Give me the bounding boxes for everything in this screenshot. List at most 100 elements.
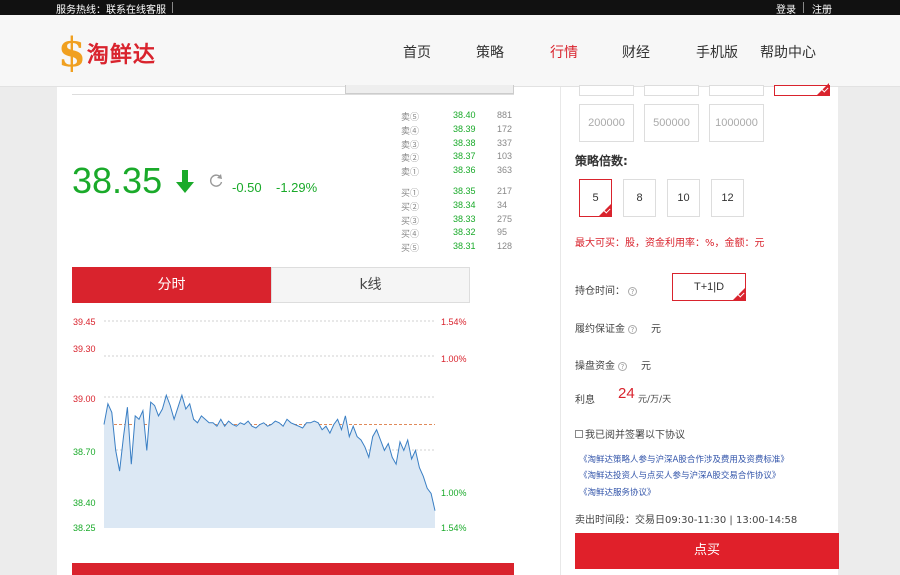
order-book-price: 38.35: [453, 186, 476, 196]
help-icon[interactable]: ?: [628, 324, 637, 334]
nav-strategy[interactable]: 策略: [476, 42, 504, 62]
agreement-text: 我已阅并签署以下协议: [585, 430, 685, 441]
order-book-volume: 34: [497, 199, 508, 210]
nav-home[interactable]: 首页: [403, 42, 431, 62]
order-book-level: 卖⑤: [401, 112, 420, 122]
order-book-price: 38.36: [453, 165, 476, 176]
order-book-level: 买③: [401, 215, 420, 226]
order-book-row: 卖③ 38.38 337: [401, 138, 521, 150]
agreement-link-service[interactable]: 《淘鲜达服务协议》: [579, 486, 656, 498]
site-logo[interactable]: $ 淘鲜达: [58, 33, 156, 73]
amount-option[interactable]: [709, 85, 764, 96]
hold-time-option[interactable]: T+1|D: [672, 273, 746, 301]
search-button[interactable]: [345, 85, 514, 94]
y-tick-label: 38.25: [73, 523, 96, 533]
price-area: [104, 395, 435, 528]
order-book-row: 买② 38.34 34: [401, 200, 521, 212]
order-book-level: 买④: [401, 229, 420, 240]
amount-option[interactable]: 1000000: [709, 104, 764, 142]
agreement-link-trading[interactable]: 《淘鲜达投资人与点买人参与沪深A股交易合作协议》: [579, 469, 780, 481]
y-tick-label: 38.40: [73, 498, 96, 508]
help-icon[interactable]: ?: [628, 286, 637, 296]
price-change: -0.50: [232, 180, 262, 195]
order-book-volume: 95: [497, 227, 508, 238]
interest-unit: 元/万/天: [638, 395, 672, 405]
multiplier-option-10[interactable]: 10: [667, 179, 700, 217]
multiplier-option-8[interactable]: 8: [623, 179, 656, 217]
amount-option[interactable]: 500000: [644, 104, 699, 142]
multiplier-value: 5: [592, 192, 599, 204]
max-buy-note: 最大可买：股，资金利用率：%，金额：元: [575, 238, 765, 249]
agreement-link-fees[interactable]: 《淘鲜达策略人参与沪深A股合作涉及费用及资费标准》: [579, 453, 789, 465]
amount-option-selected[interactable]: [774, 83, 830, 96]
y-tick-percent-label: 1.00%: [441, 488, 467, 498]
nav-finance[interactable]: 财经: [622, 42, 650, 62]
multiplier-option-12[interactable]: 12: [711, 179, 744, 217]
order-book-level: 卖①: [401, 167, 420, 178]
multiplier-option-5[interactable]: 5: [579, 179, 612, 217]
intraday-chart: 39.45 39.30 39.00 38.70 38.40 38.25 1.54% 1.00%…: [73, 317, 467, 533]
capital-label-text: 操盘资金: [575, 361, 615, 372]
amount-option[interactable]: 200000: [579, 104, 634, 142]
multiplier-title: 策略倍数:: [575, 154, 628, 168]
amount-option[interactable]: [644, 85, 699, 96]
order-book-volume: 363: [497, 165, 513, 176]
nav-market[interactable]: 行情: [550, 42, 578, 62]
order-book-row: 卖⑤ 38.40 881: [401, 110, 521, 122]
buy-button[interactable]: 点买: [575, 533, 839, 569]
order-book-volume: 103: [497, 151, 513, 162]
order-book-price: 38.40: [453, 110, 476, 120]
tab-kline[interactable]: k线: [271, 267, 470, 303]
register-link[interactable]: 注册: [812, 1, 832, 16]
interest-value: 24: [618, 385, 635, 402]
logo-dollar-icon: $: [58, 29, 86, 76]
order-book-level: 买①: [401, 188, 420, 198]
hold-time-value: T+1|D: [693, 281, 725, 293]
order-book-level: 卖④: [401, 125, 420, 136]
order-book-volume: 172: [497, 123, 513, 134]
capital-unit: 元: [641, 361, 651, 372]
y-tick-label: 38.70: [73, 447, 96, 457]
strategy-panel: 200000 500000 1000000 策略倍数: 5 8 10 12 最大…: [560, 83, 839, 575]
divider: [172, 2, 173, 13]
order-book-row: 买⑤ 38.31 128: [401, 241, 521, 253]
checkbox-icon[interactable]: [575, 429, 583, 438]
order-book-row: 买① 38.35 217: [401, 186, 521, 198]
tab-minute[interactable]: 分时: [72, 267, 271, 303]
order-book-level: 卖②: [401, 153, 420, 164]
amount-option[interactable]: [579, 85, 634, 96]
search-strip: [72, 85, 514, 95]
order-book-level: 买②: [401, 201, 420, 212]
order-book-row: 买③ 38.33 275: [401, 214, 521, 226]
help-icon[interactable]: ?: [618, 361, 627, 371]
order-book-volume: 128: [497, 241, 513, 252]
order-book-price: 38.38: [453, 137, 476, 148]
order-book-row: 卖① 38.36 363: [401, 165, 521, 177]
trade-time: 卖出时间段：交易日09:30-11:30 | 13:00-14:58: [575, 515, 798, 526]
deposit-label: 履约保证金?: [575, 320, 637, 335]
order-book-row: 卖② 38.37 103: [401, 151, 521, 163]
interest-label: 利息: [575, 395, 595, 406]
nav-help-center[interactable]: 帮助中心: [760, 42, 816, 62]
refresh-icon[interactable]: [208, 172, 224, 188]
bottom-tab-bar: [72, 563, 514, 575]
quote-panel: 38.35 -0.50 -1.29% 卖⑤ 38.40 881 卖④ 38.39 172 卖…: [57, 85, 560, 575]
site-header: $ 淘鲜达 首页 策略 行情 财经 手机版 帮助中心: [0, 15, 900, 87]
login-link[interactable]: 登录: [776, 1, 796, 16]
order-book-price: 38.37: [453, 151, 476, 162]
hold-time-label-text: 持仓时间：: [575, 286, 625, 297]
hotline-text: 服务热线：联系在线客服: [56, 5, 166, 16]
agreement-checkbox[interactable]: 我已阅并签署以下协议: [575, 426, 685, 441]
order-book-row: 卖④ 38.39 172: [401, 124, 521, 136]
order-book-volume: 881: [497, 110, 513, 120]
top-bar: 服务热线：联系在线客服 登录 注册: [0, 0, 900, 16]
order-book-volume: 337: [497, 137, 513, 148]
y-tick-percent-label: 1.00%: [441, 354, 467, 364]
deposit-unit: 元: [651, 324, 661, 335]
y-tick-label: 39.45: [73, 317, 96, 327]
order-book-volume: 217: [497, 186, 513, 196]
capital-label: 操盘资金?: [575, 357, 627, 372]
order-book-level: 买⑤: [401, 243, 420, 254]
order-book-price: 38.33: [453, 213, 476, 224]
nav-mobile[interactable]: 手机版: [696, 42, 738, 62]
